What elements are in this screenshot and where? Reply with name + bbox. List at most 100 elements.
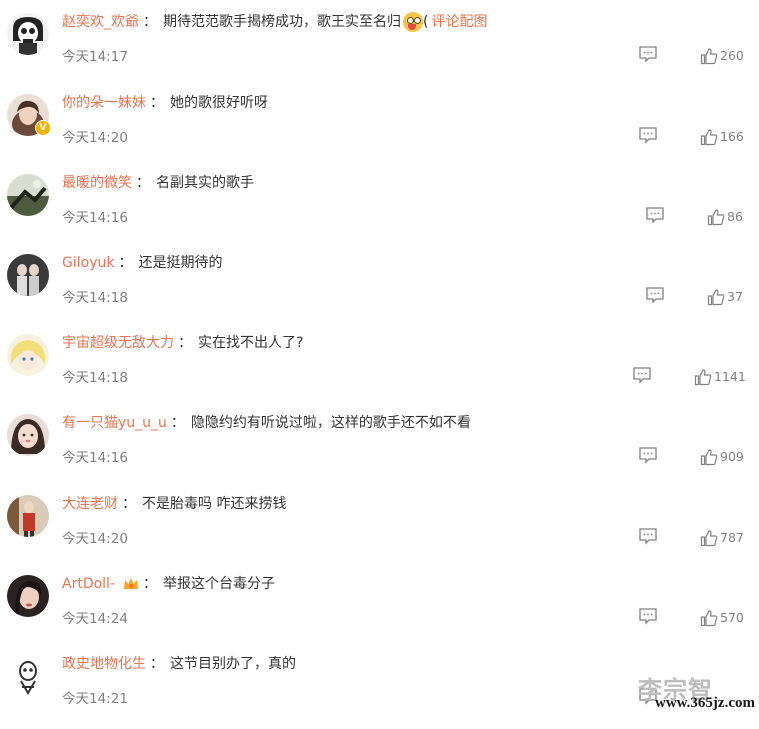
reply-icon[interactable] [638, 527, 658, 545]
username-link[interactable]: 有一只猫yu_u_u [62, 415, 167, 431]
thumbs-up-icon [700, 609, 718, 626]
couple-avatar-icon [7, 254, 49, 296]
thumbs-up-icon [707, 288, 725, 305]
username-link[interactable]: 赵奕欢_欢爺 [62, 14, 139, 30]
comment-time: 今天14:24 [62, 611, 128, 627]
comment-time: 今天14:20 [62, 130, 128, 146]
reply-icon[interactable] [645, 286, 665, 304]
username-link[interactable]: 大连老财 [62, 496, 118, 512]
comment-text: 还是挺期待的 [138, 255, 223, 271]
user-avatar[interactable] [7, 495, 49, 537]
standing-avatar-icon [7, 495, 49, 537]
comment-time: 今天14:18 [62, 290, 128, 306]
comment-time: 今天14:20 [62, 531, 128, 547]
thumbs-up-icon [700, 128, 718, 145]
comment-item: 有一只猫yu_u_u：隐隐约约有听说过啦，这样的歌手还不如不看 今天14:16 … [0, 408, 759, 488]
like-count: 86 [727, 208, 743, 224]
comment-text: 举报这个台毒分子 [163, 576, 275, 592]
portrait-avatar-icon [7, 575, 49, 617]
blush-emoji-icon [403, 12, 423, 32]
username-link[interactable]: 宇宙超级无敌大力 [62, 335, 174, 351]
user-avatar[interactable] [7, 254, 49, 296]
comment-text: 实在找不出人了? [198, 335, 304, 351]
comment-text: 不是胎毒吗 咋还来捞钱 [142, 496, 287, 512]
like-count: 260 [720, 47, 744, 63]
username-link[interactable]: 政史地物化生 [62, 656, 146, 672]
comment-item: 赵奕欢_欢爺： 期待范范歌手揭榜成功，歌王实至名归 (评论配图 今天14:17 26… [0, 7, 759, 87]
anime-avatar-icon [7, 334, 49, 376]
comment-item: 最暖的微笑： 名副其实的歌手 今天14:16 86 [0, 168, 759, 248]
mask-avatar-icon [7, 655, 49, 697]
like-count: 787 [720, 529, 744, 545]
colon: ： [136, 175, 150, 191]
comment-time: 今天14:17 [62, 49, 128, 65]
user-avatar[interactable] [7, 174, 49, 216]
like-count: 1141 [714, 368, 746, 384]
like-count: 37 [727, 288, 743, 304]
username-link[interactable]: 你的朵一妹妹 [62, 95, 146, 111]
watermark-url: www.365jz.com [655, 695, 755, 711]
user-avatar[interactable] [7, 414, 49, 456]
colon: ： [143, 576, 157, 592]
thumbs-up-icon [700, 448, 718, 465]
comment-line: 宇宙超级无敌大力： 实在找不出人了? [62, 330, 303, 356]
reply-icon[interactable] [632, 366, 652, 384]
comment-text: 名副其实的歌手 [156, 175, 254, 191]
face-avatar-icon [7, 414, 49, 456]
comment-item: 宇宙超级无敌大力： 实在找不出人了? 今天14:18 1141 [0, 328, 759, 408]
like-button[interactable]: 260 [700, 45, 744, 65]
comment-time: 今天14:21 [62, 691, 128, 707]
user-avatar[interactable] [7, 334, 49, 376]
like-count: 570 [720, 609, 744, 625]
landscape-avatar-icon [7, 174, 49, 216]
comment-line: ArtDoll- ： 举报这个台毒分子 [62, 571, 275, 597]
thumbs-up-icon [707, 208, 725, 225]
colon: ： [150, 656, 164, 672]
comment-text: 期待范范歌手揭榜成功，歌王实至名归 [163, 14, 401, 30]
comment-line: 你的朵一妹妹： 她的歌很好听呀 [62, 90, 268, 116]
comment-time: 今天14:16 [62, 210, 128, 226]
colon: ： [143, 14, 157, 30]
comment-text: 这节目别办了，真的 [170, 656, 296, 672]
comment-text: 隐隐约约有听说过啦，这样的歌手还不如不看 [190, 415, 471, 431]
reply-icon[interactable] [638, 446, 658, 464]
colon: ： [178, 335, 192, 351]
comment-time: 今天14:16 [62, 450, 128, 466]
comment-item: V 你的朵一妹妹： 她的歌很好听呀 今天14:20 166 [0, 88, 759, 168]
colon: ： [118, 255, 133, 271]
comment-item: ArtDoll- ： 举报这个台毒分子 今天14:24 570 [0, 569, 759, 649]
like-button[interactable]: 909 [700, 446, 744, 466]
username-link[interactable]: Giloyuk [62, 255, 114, 271]
crown-icon [124, 578, 138, 589]
like-button[interactable]: 787 [700, 527, 744, 547]
comment-text: 她的歌很好听呀 [170, 95, 268, 111]
verified-badge: V [35, 120, 51, 136]
like-button[interactable]: 570 [700, 607, 744, 627]
like-count: 166 [720, 128, 744, 144]
user-avatar[interactable] [7, 655, 49, 697]
thumbs-up-icon [694, 368, 712, 385]
user-avatar[interactable] [7, 13, 49, 55]
like-button[interactable]: 1141 [694, 366, 746, 386]
comment-line: 政史地物化生： 这节目别办了，真的 [62, 651, 296, 677]
like-count: 909 [720, 448, 744, 464]
comment-image-link[interactable]: 评论配图 [431, 14, 487, 30]
reply-icon[interactable] [638, 126, 658, 144]
comment-time: 今天14:18 [62, 370, 128, 386]
username-link[interactable]: ArtDoll- [62, 576, 115, 592]
username-link[interactable]: 最暖的微笑 [62, 175, 132, 191]
reply-icon[interactable] [638, 45, 658, 63]
skull-avatar-icon [7, 13, 49, 55]
paren: ( [423, 14, 429, 30]
like-button[interactable]: 37 [707, 286, 743, 306]
comment-line: Giloyuk： 还是挺期待的 [62, 250, 222, 276]
user-avatar[interactable] [7, 575, 49, 617]
reply-icon[interactable] [645, 206, 665, 224]
like-button[interactable]: 166 [700, 126, 744, 146]
like-button[interactable]: 86 [707, 206, 743, 226]
comment-line: 最暖的微笑： 名副其实的歌手 [62, 170, 254, 196]
reply-icon[interactable] [638, 607, 658, 625]
comment-line: 赵奕欢_欢爺： 期待范范歌手揭榜成功，歌王实至名归 (评论配图 [62, 9, 487, 35]
colon: ： [150, 95, 164, 111]
comment-item: 大连老财： 不是胎毒吗 咋还来捞钱 今天14:20 787 [0, 489, 759, 569]
